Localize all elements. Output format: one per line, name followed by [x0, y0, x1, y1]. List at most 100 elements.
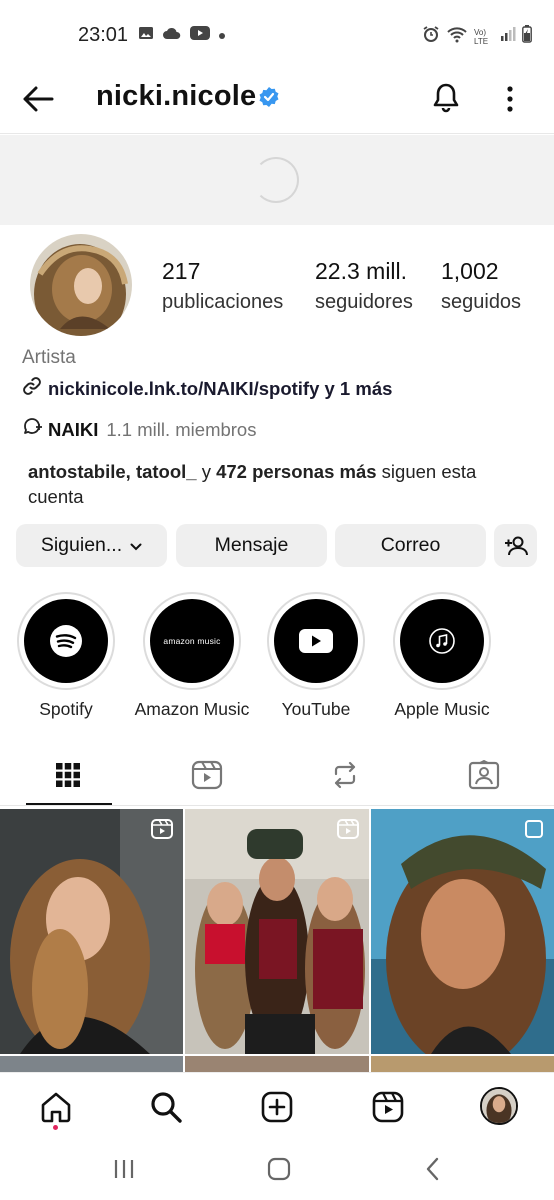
post-thumbnail[interactable]: [0, 809, 183, 1054]
posts-label: publicaciones: [162, 291, 284, 313]
profile-username: nicki.nicole: [96, 80, 257, 112]
following-label: seguidos: [441, 291, 522, 313]
highlight-label: Spotify: [39, 699, 93, 719]
post-image: [185, 809, 369, 1054]
youtube-status-icon: [190, 26, 210, 45]
stat-followers[interactable]: 22.3 mill. seguidores: [315, 258, 413, 314]
reel-badge-icon: [151, 819, 173, 844]
message-button[interactable]: Mensaje: [176, 524, 327, 567]
notifications-bell-button[interactable]: [428, 80, 464, 116]
system-home-button[interactable]: [264, 1154, 294, 1184]
alarm-icon: [422, 25, 440, 48]
channel-name: NAIKI: [48, 418, 99, 440]
wifi-icon: [446, 25, 468, 48]
dot-icon: [218, 27, 226, 45]
status-time: 23:01: [78, 24, 129, 46]
nav-home-button[interactable]: [38, 1089, 74, 1125]
profile-category: Artista: [22, 347, 76, 368]
email-button-label: Correo: [380, 534, 441, 556]
highlight-amazon-music[interactable]: amazon music Amazon Music: [132, 592, 252, 720]
followers-label: seguidores: [315, 291, 413, 313]
system-home-icon: [267, 1157, 291, 1181]
nav-reels-button[interactable]: [370, 1089, 406, 1125]
followed-by-names: antostabile, tatool_: [28, 461, 197, 482]
highlight-spotify[interactable]: Spotify: [6, 592, 126, 720]
back-button[interactable]: [20, 84, 56, 114]
broadcast-channel[interactable]: NAIKI 1.1 mill. miembros: [22, 417, 256, 442]
profile-avatar[interactable]: [30, 234, 132, 336]
post-image: [0, 809, 183, 1054]
reels-nav-icon: [372, 1091, 404, 1123]
bottom-navigation: [0, 1072, 554, 1138]
profile-tabs: [0, 748, 554, 806]
followed-by-count: 472 personas más: [216, 461, 377, 482]
following-button-label: Siguien...: [40, 534, 123, 556]
avatar-photo: [30, 234, 132, 336]
system-back-button[interactable]: [418, 1154, 448, 1184]
amazon-music-logo: amazon music: [150, 599, 234, 683]
reels-icon: [191, 760, 223, 790]
channel-icon: [22, 417, 44, 442]
youtube-icon: [274, 599, 358, 683]
profile-link[interactable]: nickinicole.lnk.to/NAIKI/spotify y 1 más: [22, 376, 392, 401]
network-label: Vo) LTE: [474, 27, 489, 46]
highlight-label: Apple Music: [394, 699, 490, 719]
chevron-down-icon: [130, 534, 142, 557]
reel-badge-icon: [337, 819, 359, 844]
followed-by-text[interactable]: antostabile, tatool_ y 472 personas más …: [28, 459, 528, 509]
status-bar: 23:01 Vo) LTE: [0, 0, 554, 70]
recent-apps-icon: [114, 1160, 134, 1178]
more-options-button[interactable]: [498, 82, 522, 116]
stat-following[interactable]: 1,002 seguidos: [441, 258, 521, 314]
grid-icon: [56, 763, 80, 787]
system-back-icon: [426, 1157, 439, 1181]
link-icon: [22, 376, 42, 401]
highlight-ring: [393, 592, 491, 690]
add-user-icon: [504, 536, 528, 555]
home-notification-dot: [53, 1125, 58, 1130]
suggested-users-button[interactable]: [494, 524, 537, 567]
tab-tagged[interactable]: [467, 758, 501, 792]
signal-icon: [500, 26, 516, 47]
post-thumbnail[interactable]: [371, 809, 554, 1054]
loading-spinner-icon: [253, 157, 299, 203]
profile-avatar-photo: [482, 1089, 516, 1123]
followed-by-mid: y: [196, 461, 217, 482]
link-text: nickinicole.lnk.to/NAIKI/spotify y 1 más: [48, 377, 393, 399]
post-thumbnail[interactable]: [185, 809, 369, 1054]
posts-grid: [0, 809, 554, 1076]
profile-header: nicki.nicole: [0, 70, 554, 134]
email-button[interactable]: Correo: [335, 524, 486, 567]
post-image: [371, 809, 554, 1054]
loading-area: [0, 135, 554, 225]
following-count: 1,002: [441, 258, 499, 284]
stat-posts[interactable]: 217 publicaciones: [162, 258, 283, 314]
tab-reels[interactable]: [190, 758, 224, 792]
tab-reposts[interactable]: [328, 758, 362, 792]
nav-profile-avatar[interactable]: [480, 1087, 518, 1125]
nav-search-button[interactable]: [148, 1089, 184, 1125]
more-vertical-icon: [507, 86, 513, 112]
bell-icon: [433, 83, 459, 113]
amazon-music-logo-text: amazon music: [163, 636, 221, 646]
search-icon: [151, 1092, 182, 1123]
highlight-ring: [267, 592, 365, 690]
following-button[interactable]: Siguien...: [16, 524, 167, 567]
active-tab-indicator: [26, 803, 112, 805]
tab-posts-grid[interactable]: [51, 758, 85, 792]
create-post-icon: [261, 1091, 293, 1123]
posts-count: 217: [162, 258, 201, 284]
home-icon: [41, 1092, 71, 1123]
nav-create-button[interactable]: [259, 1089, 295, 1125]
music-note-icon: [400, 599, 484, 683]
spotify-icon: [24, 599, 108, 683]
highlight-apple-music[interactable]: Apple Music: [382, 592, 502, 720]
system-navigation-bar: [0, 1138, 554, 1200]
message-button-label: Mensaje: [214, 534, 289, 556]
reel-badge-icon: [524, 819, 544, 844]
highlight-youtube[interactable]: YouTube: [256, 592, 376, 720]
highlight-ring: amazon music: [143, 592, 241, 690]
gallery-icon: [138, 26, 154, 45]
recent-apps-button[interactable]: [109, 1154, 139, 1184]
reposts-icon: [334, 761, 356, 789]
